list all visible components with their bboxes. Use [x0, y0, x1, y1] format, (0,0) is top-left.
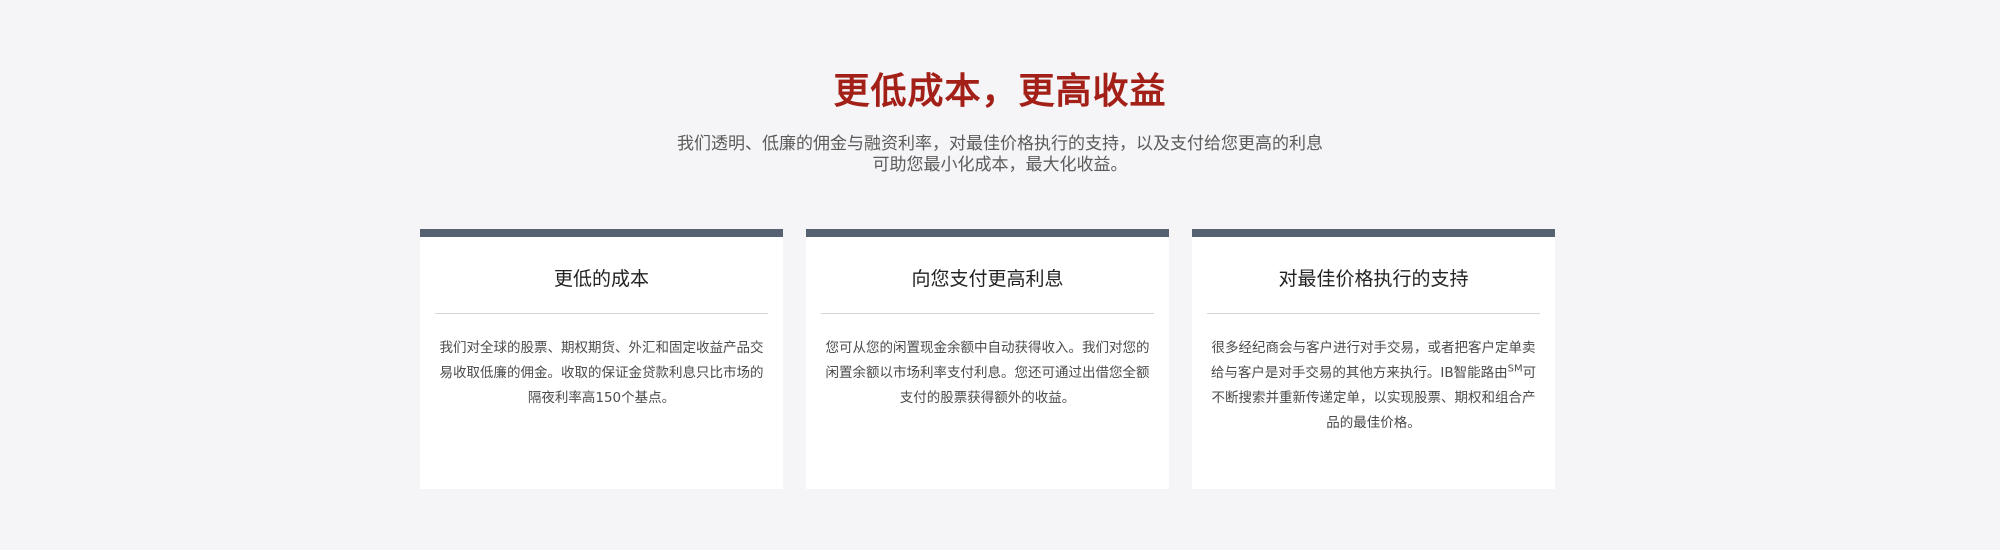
subtitle-line-2: 可助您最小化成本，最大化收益。: [872, 155, 1128, 175]
card-divider: [821, 313, 1154, 314]
card-lower-cost: 更低的成本 我们对全球的股票、期权期货、外汇和固定收益产品交易收取低廉的佣金。收…: [420, 229, 783, 489]
card-text: 我们对全球的股票、期权期货、外汇和固定收益产品交易收取低廉的佣金。收取的保证金贷…: [439, 340, 764, 406]
card-best-execution: 对最佳价格执行的支持 很多经纪商会与客户进行对手交易，或者把客户定单卖给与客户是…: [1192, 229, 1555, 489]
card-text: 您可从您的闲置现金余额中自动获得收入。我们对您的闲置余额以市场利率支付利息。您还…: [825, 340, 1150, 406]
card-title: 向您支付更高利息: [911, 268, 1064, 290]
card-title: 更低的成本: [553, 268, 649, 290]
card-divider: [1207, 313, 1540, 314]
page-subtitle: 我们透明、低廉的佣金与融资利率，对最佳价格执行的支持，以及支付给您更高的利息 可…: [640, 134, 1360, 176]
subtitle-line-1: 我们透明、低廉的佣金与融资利率，对最佳价格执行的支持，以及支付给您更高的利息: [677, 134, 1323, 154]
feature-cards: 更低的成本 我们对全球的股票、期权期货、外汇和固定收益产品交易收取低廉的佣金。收…: [420, 229, 1556, 489]
card-title: 对最佳价格执行的支持: [1278, 268, 1469, 290]
card-higher-interest: 向您支付更高利息 您可从您的闲置现金余额中自动获得收入。我们对您的闲置余额以市场…: [806, 229, 1169, 489]
card-text: 很多经纪商会与客户进行对手交易，或者把客户定单卖给与客户是对手交易的其他方来执行…: [1207, 336, 1540, 436]
card-text-before-mark: 很多经纪商会与客户进行对手交易，或者把客户定单卖给与客户是对手交易的其他方来执行…: [1210, 340, 1536, 381]
page-title: 更低成本，更高收益: [833, 71, 1167, 112]
service-mark: SM: [1507, 363, 1523, 375]
card-divider: [435, 313, 768, 314]
